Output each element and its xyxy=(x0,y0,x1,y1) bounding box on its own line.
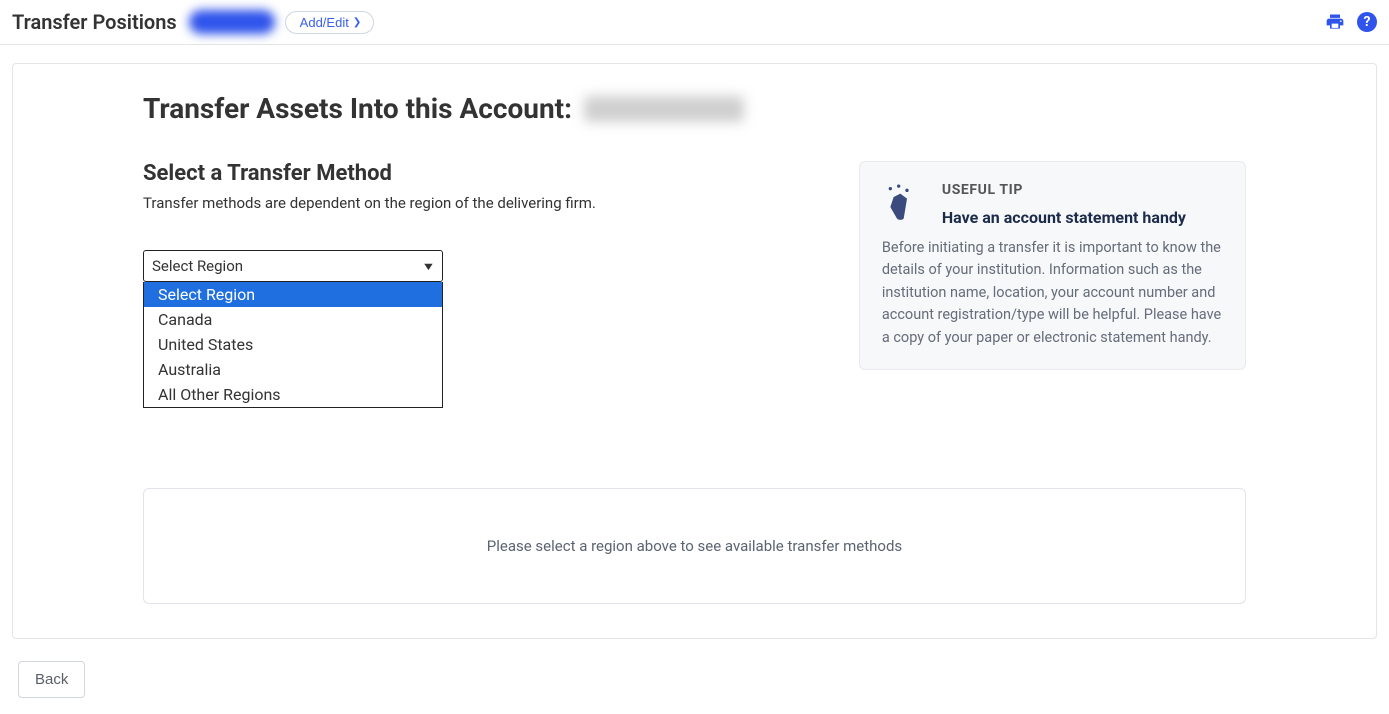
account-badge xyxy=(189,10,275,34)
tip-title: USEFUL TIP xyxy=(942,182,1186,198)
chevron-right-icon: ❯ xyxy=(353,17,361,28)
region-select[interactable]: Select Region ▼ xyxy=(143,250,443,282)
transfer-methods-panel: Please select a region above to see avai… xyxy=(143,488,1246,604)
tip-subtitle: Have an account statement handy xyxy=(942,208,1186,227)
tip-body: Before initiating a transfer it is impor… xyxy=(882,237,1223,349)
region-option[interactable]: Australia xyxy=(144,357,442,382)
region-option[interactable]: Canada xyxy=(144,307,442,332)
region-select-wrap: Select Region ▼ Select Region Canada Uni… xyxy=(143,250,443,282)
region-option[interactable]: Select Region xyxy=(144,282,442,307)
snap-icon xyxy=(882,182,922,226)
method-subtext: Transfer methods are dependent on the re… xyxy=(143,194,827,212)
main-heading: Transfer Assets Into this Account: xyxy=(143,92,572,125)
header-actions: ? xyxy=(1325,12,1377,32)
region-option[interactable]: United States xyxy=(144,332,442,357)
region-options: Select Region Canada United States Austr… xyxy=(143,282,443,408)
page-title: Transfer Positions xyxy=(12,10,177,34)
tip-head: USEFUL TIP Have an account statement han… xyxy=(882,182,1223,227)
account-number xyxy=(584,96,744,122)
add-edit-label: Add/Edit xyxy=(300,15,349,30)
left-column: Select a Transfer Method Transfer method… xyxy=(143,161,827,370)
print-icon[interactable] xyxy=(1325,12,1345,32)
method-heading: Select a Transfer Method xyxy=(143,161,827,186)
main-heading-row: Transfer Assets Into this Account: xyxy=(143,92,1246,125)
region-option[interactable]: All Other Regions xyxy=(144,382,442,407)
main-card: Transfer Assets Into this Account: Selec… xyxy=(12,63,1377,639)
region-select-value: Select Region xyxy=(152,257,243,275)
back-button[interactable]: Back xyxy=(18,661,85,698)
add-edit-button[interactable]: Add/Edit ❯ xyxy=(285,11,375,34)
method-placeholder-text: Please select a region above to see avai… xyxy=(487,537,902,555)
caret-down-icon: ▼ xyxy=(421,260,435,273)
right-column: USEFUL TIP Have an account statement han… xyxy=(859,161,1246,370)
tip-card: USEFUL TIP Have an account statement han… xyxy=(859,161,1246,370)
help-icon[interactable]: ? xyxy=(1357,12,1377,32)
page-header: Transfer Positions Add/Edit ❯ ? xyxy=(0,0,1389,45)
